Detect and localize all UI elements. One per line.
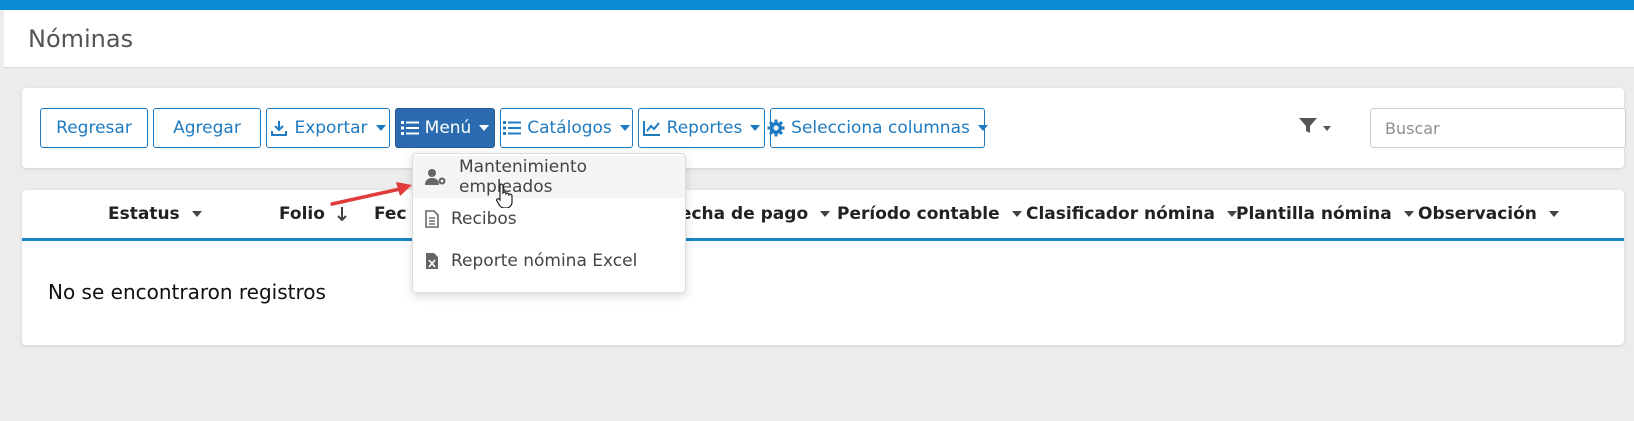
column-header-observacion[interactable]: Observación (1418, 204, 1559, 224)
chevron-down-icon (479, 125, 490, 131)
exportar-label: Exportar (294, 118, 368, 138)
chevron-down-icon (619, 125, 630, 131)
column-label: Fec (374, 204, 407, 224)
menu-item-label: Reporte nómina Excel (451, 251, 638, 271)
selecciona-columnas-button[interactable]: Selecciona columnas (767, 108, 988, 148)
list-icon (400, 119, 419, 137)
column-label: Estatus (108, 204, 180, 224)
regresar-label: Regresar (56, 118, 132, 138)
chevron-down-icon (820, 211, 831, 217)
reportes-button[interactable]: Reportes (638, 108, 765, 148)
chevron-down-icon (750, 125, 761, 131)
agregar-label: Agregar (173, 118, 241, 138)
reportes-label: Reportes (666, 118, 743, 138)
page-title: Nóminas (28, 25, 134, 53)
column-header-periodo-contable[interactable]: Período contable (837, 204, 1022, 224)
column-header-estatus[interactable]: Estatus (108, 204, 202, 224)
column-label: Período contable (837, 204, 1000, 224)
agregar-button[interactable]: Agregar (153, 108, 261, 148)
menu-item-label: Mantenimiento empleados (459, 157, 588, 197)
search-input[interactable] (1370, 108, 1626, 148)
column-header-plantilla-nomina[interactable]: Plantilla nómina (1236, 204, 1414, 224)
chevron-down-icon (1323, 125, 1331, 131)
top-accent-bar (0, 0, 1634, 10)
chevron-down-icon (375, 125, 386, 131)
menu-label: Menú (424, 118, 472, 138)
chevron-down-icon (1403, 211, 1414, 217)
line-chart-icon (642, 119, 661, 137)
menu-dropdown: Mantenimiento empleados Recibos Reporte … (412, 153, 686, 293)
chevron-down-icon (1548, 211, 1559, 217)
chevron-down-icon (191, 211, 202, 217)
hand-cursor-icon (496, 183, 513, 208)
user-gear-icon (425, 168, 447, 186)
column-header-folio[interactable]: Folio (279, 204, 349, 224)
download-icon (270, 119, 288, 137)
menu-item-mantenimiento-empleados[interactable]: Mantenimiento empleados (413, 156, 685, 198)
column-label: Clasificador nómina (1026, 204, 1215, 224)
selecciona-columnas-label: Selecciona columnas (791, 118, 970, 138)
filter-button[interactable] (1298, 116, 1332, 140)
excel-file-icon (425, 252, 439, 270)
empty-message: No se encontraron registros (48, 280, 326, 304)
chevron-down-icon (1011, 211, 1022, 217)
column-label: Folio (279, 204, 325, 224)
column-label: Fecha de pago (669, 204, 809, 224)
column-label: Observación (1418, 204, 1537, 224)
menu-button[interactable]: Menú (395, 108, 495, 148)
chevron-down-icon (977, 125, 988, 131)
column-header-fecha[interactable]: Fec (374, 204, 407, 224)
catalogos-button[interactable]: Catálogos (500, 108, 633, 148)
sort-desc-icon (335, 205, 349, 223)
column-header-fecha-de-pago[interactable]: Fecha de pago (669, 204, 831, 224)
catalogos-label: Catálogos (527, 118, 612, 138)
column-header-clasificador-nomina[interactable]: Clasificador nómina (1026, 204, 1237, 224)
menu-item-reporte-nomina-excel[interactable]: Reporte nómina Excel (413, 240, 685, 282)
menu-item-recibos[interactable]: Recibos (413, 198, 685, 240)
toolbar: Regresar Agregar Exportar Menú Catálogos… (22, 88, 1626, 168)
results-table: Estatus Folio Fec Fecha de pago Período … (22, 190, 1624, 345)
gear-icon (767, 119, 785, 137)
exportar-button[interactable]: Exportar (266, 108, 390, 148)
column-label: Plantilla nómina (1236, 204, 1392, 224)
regresar-button[interactable]: Regresar (40, 108, 148, 148)
document-icon (425, 210, 439, 228)
menu-item-label: Recibos (451, 209, 517, 229)
filter-icon (1298, 117, 1318, 139)
list-icon (503, 119, 522, 137)
table-header: Estatus Folio Fec Fecha de pago Período … (22, 190, 1624, 241)
page-header: Nóminas (4, 10, 1634, 68)
